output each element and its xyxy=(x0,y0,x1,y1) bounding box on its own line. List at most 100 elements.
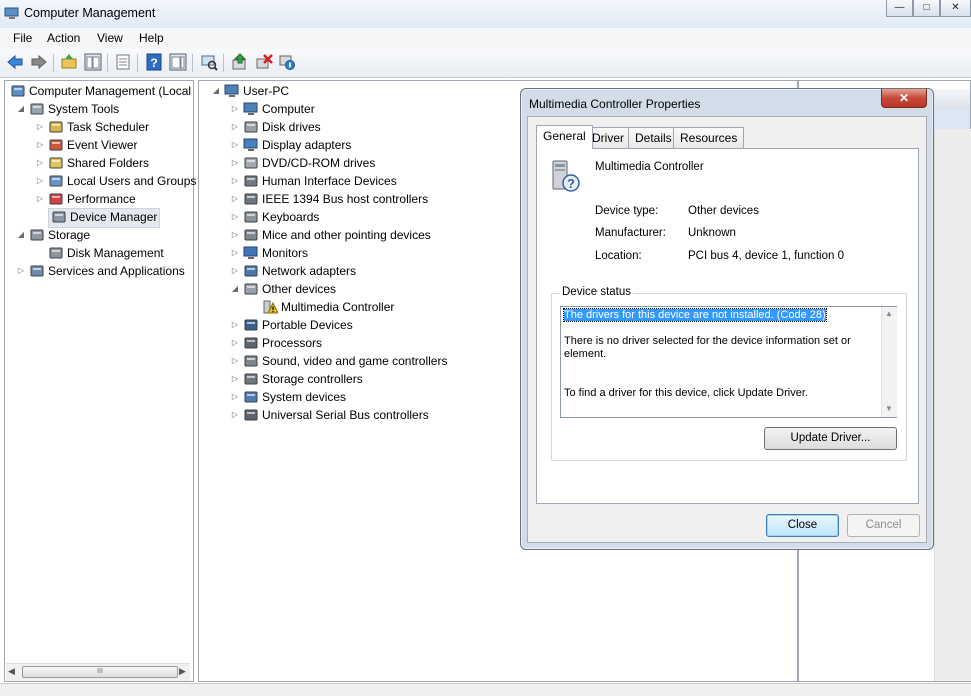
nav-item-device-manager[interactable]: Device Manager xyxy=(48,208,161,228)
device-category-ieee-1394-bus-host-controllers[interactable]: IEEE 1394 Bus host controllers xyxy=(243,190,428,208)
dialog-close-button[interactable]: ✕ xyxy=(881,89,927,108)
device-category-display-adapters[interactable]: Display adapters xyxy=(243,136,351,154)
nav-item-disk-management[interactable]: Disk Management xyxy=(48,244,164,262)
close-button[interactable]: Close xyxy=(766,514,839,537)
expand-arrow-icon[interactable]: ▷ xyxy=(230,370,240,388)
expand-arrow-icon[interactable]: ▷ xyxy=(230,262,240,280)
expand-arrow-icon[interactable]: ▷ xyxy=(230,226,240,244)
device-category-network-adapters[interactable]: Network adapters xyxy=(243,262,356,280)
device-category-dvd-cd-rom-drives[interactable]: DVD/CD-ROM drives xyxy=(243,154,375,172)
services-icon xyxy=(30,265,44,277)
tree-item-label: Display adapters xyxy=(262,138,352,152)
menu-action[interactable]: Action xyxy=(47,31,80,45)
update-driver-icon[interactable] xyxy=(231,53,249,71)
uninstall-icon[interactable] xyxy=(255,53,273,71)
collapse-arrow-icon[interactable]: ◢ xyxy=(16,100,26,118)
expand-arrow-icon[interactable]: ▷ xyxy=(230,154,240,172)
device-category-human-interface-devices[interactable]: Human Interface Devices xyxy=(243,172,397,190)
device-category-processors[interactable]: Processors xyxy=(243,334,322,352)
device-category-storage-controllers[interactable]: Storage controllers xyxy=(243,370,363,388)
scroll-left-arrow-icon[interactable]: ◀ xyxy=(8,666,15,677)
horizontal-scrollbar[interactable]: ◀ III ▶ xyxy=(6,663,190,681)
expand-arrow-icon[interactable]: ▷ xyxy=(230,352,240,370)
show-hide-tree-icon[interactable] xyxy=(84,53,102,71)
collapse-arrow-icon[interactable]: ◢ xyxy=(211,82,221,100)
scroll-down-arrow-icon[interactable]: ▼ xyxy=(885,404,893,413)
device-category-multimedia-controller[interactable]: Multimedia Controller xyxy=(262,298,394,316)
expand-arrow-icon[interactable]: ▷ xyxy=(16,262,26,280)
nav-item-task-scheduler[interactable]: Task Scheduler xyxy=(48,118,149,136)
device-category-monitors[interactable]: Monitors xyxy=(243,244,308,262)
device-category-mice-and-other-pointing-devices[interactable]: Mice and other pointing devices xyxy=(243,226,431,244)
device-category-system-devices[interactable]: System devices xyxy=(243,388,346,406)
expand-arrow-icon[interactable]: ▷ xyxy=(230,406,240,424)
close-window-button[interactable]: ✕ xyxy=(940,0,971,17)
expand-arrow-icon[interactable]: ▷ xyxy=(230,334,240,352)
expand-arrow-icon[interactable]: ▷ xyxy=(230,388,240,406)
system-device-icon xyxy=(244,391,258,403)
device-category-sound-video-and-game-controllers[interactable]: Sound, video and game controllers xyxy=(243,352,447,370)
expand-arrow-icon[interactable]: ▷ xyxy=(230,208,240,226)
forward-arrow-icon[interactable] xyxy=(30,53,48,71)
expand-arrow-icon[interactable]: ▷ xyxy=(230,316,240,334)
expand-arrow-icon[interactable]: ▷ xyxy=(230,136,240,154)
device-category-universal-serial-bus-controllers[interactable]: Universal Serial Bus controllers xyxy=(243,406,429,424)
nav-item-system-tools[interactable]: System Tools xyxy=(29,100,119,118)
nav-item-shared-folders[interactable]: Shared Folders xyxy=(48,154,149,172)
scroll-thumb[interactable]: III xyxy=(22,666,178,678)
expand-arrow-icon[interactable]: ▷ xyxy=(230,190,240,208)
tree-item-label: Mice and other pointing devices xyxy=(262,228,431,242)
action-pane-icon[interactable] xyxy=(169,53,187,71)
disable-device-icon[interactable] xyxy=(278,53,296,71)
maximize-button[interactable]: □ xyxy=(913,0,940,17)
nav-item-storage[interactable]: Storage xyxy=(29,226,90,244)
scan-hardware-icon[interactable] xyxy=(200,53,218,71)
expand-arrow-icon[interactable]: ▷ xyxy=(230,244,240,262)
expand-arrow-icon[interactable]: ▷ xyxy=(35,190,45,208)
device-status-textbox[interactable]: The drivers for this device are not inst… xyxy=(560,306,897,418)
menu-view[interactable]: View xyxy=(97,31,123,45)
status-message-code[interactable]: The drivers for this device are not inst… xyxy=(563,308,874,322)
nav-item-performance[interactable]: Performance xyxy=(48,190,136,208)
cancel-button[interactable]: Cancel xyxy=(847,514,920,537)
collapse-arrow-icon[interactable]: ◢ xyxy=(230,280,240,298)
expand-arrow-icon[interactable]: ▷ xyxy=(230,100,240,118)
collapse-arrow-icon[interactable]: ◢ xyxy=(16,226,26,244)
device-category-keyboards[interactable]: Keyboards xyxy=(243,208,319,226)
device-category-user-pc[interactable]: User-PC xyxy=(224,82,289,100)
nav-item-computer-management-local[interactable]: Computer Management (Local xyxy=(10,82,191,100)
tree-item-label: Computer Management (Local xyxy=(29,84,192,98)
expand-arrow-icon[interactable]: ▷ xyxy=(230,172,240,190)
tree-item-label: Computer xyxy=(262,102,315,116)
tab-details[interactable]: Details xyxy=(628,127,679,148)
help-icon[interactable]: ? xyxy=(145,53,163,71)
status-scrollbar[interactable]: ▲ ▼ xyxy=(881,307,897,417)
keyboard-icon xyxy=(244,211,258,223)
nav-item-local-users-and-groups[interactable]: Local Users and Groups xyxy=(48,172,196,190)
status-message-hint: To find a driver for this device, click … xyxy=(564,387,808,399)
expand-arrow-icon[interactable]: ▷ xyxy=(35,154,45,172)
nav-item-services-and-applications[interactable]: Services and Applications xyxy=(29,262,185,280)
update-driver-button[interactable]: Update Driver... xyxy=(764,427,897,450)
minimize-button[interactable]: — xyxy=(886,0,913,17)
computer-management-icon xyxy=(11,85,25,97)
expand-arrow-icon[interactable]: ▷ xyxy=(35,118,45,136)
up-folder-icon[interactable] xyxy=(60,53,78,71)
device-category-disk-drives[interactable]: Disk drives xyxy=(243,118,321,136)
device-category-computer[interactable]: Computer xyxy=(243,100,315,118)
menu-file[interactable]: File xyxy=(13,31,32,45)
tree-item-label: Event Viewer xyxy=(67,138,138,152)
device-category-other-devices[interactable]: Other devices xyxy=(243,280,336,298)
tab-general[interactable]: General xyxy=(536,125,593,149)
tab-resources[interactable]: Resources xyxy=(673,127,745,148)
scroll-up-arrow-icon[interactable]: ▲ xyxy=(885,309,893,318)
properties-icon[interactable] xyxy=(114,53,132,71)
device-category-portable-devices[interactable]: Portable Devices xyxy=(243,316,353,334)
back-arrow-icon[interactable] xyxy=(6,53,24,71)
expand-arrow-icon[interactable]: ▷ xyxy=(35,172,45,190)
scroll-right-arrow-icon[interactable]: ▶ xyxy=(179,666,186,677)
nav-item-event-viewer[interactable]: Event Viewer xyxy=(48,136,137,154)
expand-arrow-icon[interactable]: ▷ xyxy=(230,118,240,136)
expand-arrow-icon[interactable]: ▷ xyxy=(35,136,45,154)
menu-help[interactable]: Help xyxy=(139,31,164,45)
